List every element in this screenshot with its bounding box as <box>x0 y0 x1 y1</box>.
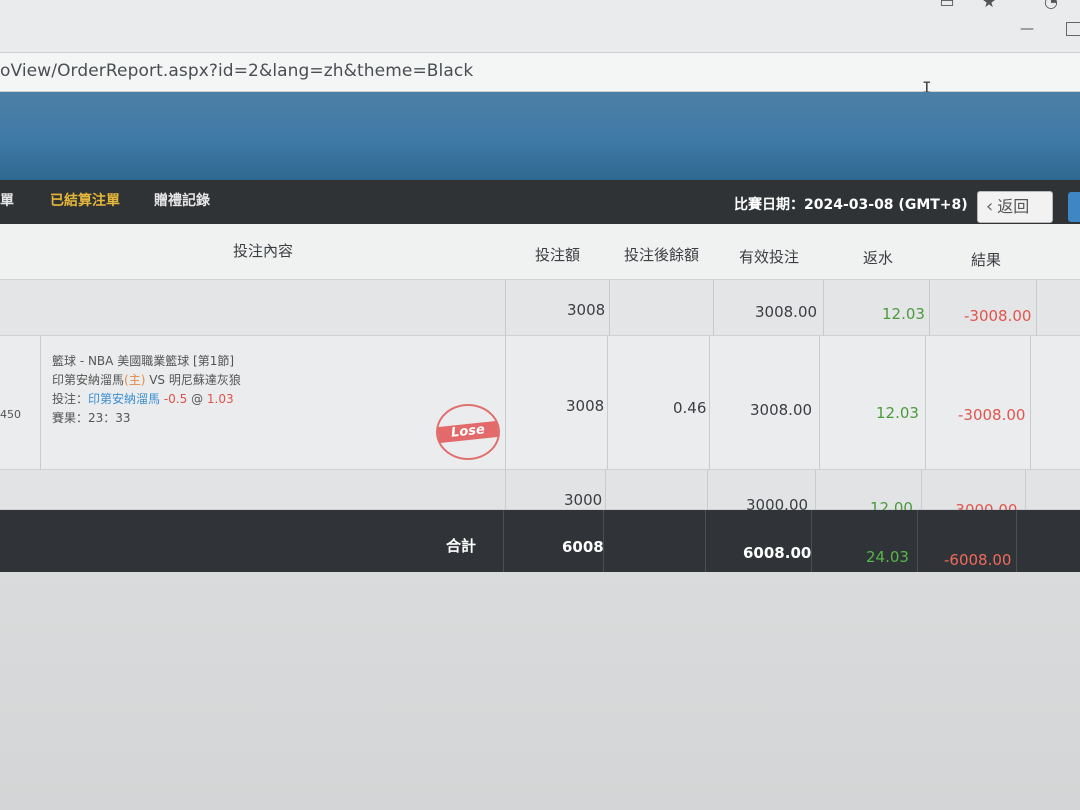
bet-selection: 投注：印第安納溜馬 -0.5 @ 1.03 <box>52 390 241 409</box>
column-divider <box>505 280 506 336</box>
chevron-left-icon: ‹ <box>986 196 994 217</box>
bet-score: 賽果：23：33 <box>52 411 131 425</box>
lose-stamp: Lose <box>436 404 500 460</box>
back-button-label: 返回 <box>997 197 1030 216</box>
subtotal-amount: 3000 <box>564 491 603 509</box>
bet-at: @ <box>187 392 207 406</box>
column-divider <box>1030 336 1031 470</box>
column-divider <box>1016 510 1017 572</box>
bet-rebate: 12.03 <box>876 404 919 422</box>
column-divider <box>925 336 926 470</box>
column-divider <box>605 470 606 510</box>
column-divider <box>609 280 610 336</box>
nav-item-gift-records[interactable]: 贈禮記錄 <box>154 190 210 210</box>
column-divider <box>709 336 710 470</box>
maximize-icon[interactable] <box>1066 22 1080 36</box>
column-divider <box>40 336 41 470</box>
home-tag: (主) <box>124 373 146 387</box>
bet-league: 籃球 - NBA 美國職業籃球 [第1節] <box>52 354 235 368</box>
top-navbar: 單 已結算注單 贈禮記錄 比賽日期：2024-03-08 (GMT+8) <box>0 180 1080 224</box>
minimize-icon[interactable]: — <box>1018 22 1036 36</box>
lose-stamp-text: Lose <box>437 420 499 444</box>
column-divider <box>921 470 922 510</box>
total-label: 合計 <box>446 537 477 555</box>
subtotal-result: -3008.00 <box>964 307 1032 325</box>
bet-team: 印第安納溜馬 <box>88 392 161 406</box>
column-divider <box>607 336 608 470</box>
total-valid-bet: 6008.00 <box>743 544 812 562</box>
subtotal-rebate: 12.03 <box>882 305 925 323</box>
bet-label: 投注： <box>52 392 89 406</box>
browser-title-bar: ▭ ★ ◔ — <box>0 0 1080 52</box>
table-row: 3000 3000.00 12.00 -3000.00 <box>0 470 1080 519</box>
total-rebate: 24.03 <box>866 548 909 566</box>
column-divider <box>705 510 706 572</box>
bet-valid: 3008.00 <box>750 401 813 419</box>
header-bet-content: 投注內容 <box>233 242 294 260</box>
back-button[interactable]: ‹ 返回 <box>977 191 1053 223</box>
share-icon[interactable]: ▭ <box>936 0 958 11</box>
url-text[interactable]: oView/OrderReport.aspx?id=2&lang=zh&them… <box>0 61 473 81</box>
total-amount: 6008 <box>562 538 604 556</box>
match-date: 比賽日期：2024-03-08 (GMT+8) <box>734 197 968 213</box>
column-divider <box>1036 280 1037 336</box>
order-id: 450 <box>0 408 21 421</box>
profile-icon[interactable]: ◔ <box>1040 0 1062 11</box>
empty-page-area <box>0 572 1080 810</box>
home-team: 印第安納溜馬 <box>52 373 125 387</box>
column-divider <box>1025 470 1026 510</box>
away-team: VS 明尼蘇達灰狼 <box>145 373 241 387</box>
total-row: 合計 6008 6008.00 24.03 -6008.00 <box>0 510 1080 572</box>
star-icon[interactable]: ★ <box>978 0 1000 11</box>
column-divider <box>505 336 506 470</box>
column-divider <box>505 470 506 510</box>
table-row: 3008 3008.00 12.03 -3008.00 <box>0 280 1080 336</box>
column-divider <box>713 280 714 336</box>
bet-odds: 1.03 <box>206 392 234 406</box>
total-result: -6008.00 <box>944 551 1012 569</box>
table-header: 投注內容 投注額 投注後餘額 有效投注 返水 結果 <box>0 224 1080 280</box>
header-balance-after: 投注後餘額 <box>624 246 700 264</box>
bet-result: -3008.00 <box>958 406 1026 424</box>
nav-item-settled-bets[interactable]: 已結算注單 <box>50 190 120 210</box>
bet-amount: 3008 <box>566 397 605 415</box>
nav-item-bets[interactable]: 單 <box>0 190 14 210</box>
header-bet-amount: 投注額 <box>535 246 581 264</box>
bet-handicap: -0.5 <box>160 392 188 406</box>
column-divider <box>707 470 708 510</box>
header-result: 結果 <box>971 251 1002 269</box>
site-banner <box>0 92 1080 180</box>
column-divider <box>503 510 504 572</box>
column-divider <box>917 510 918 572</box>
column-divider <box>823 280 824 336</box>
address-bar[interactable]: oView/OrderReport.aspx?id=2&lang=zh&them… <box>0 52 1080 92</box>
column-divider <box>819 336 820 470</box>
column-divider <box>811 510 812 572</box>
subtotal-valid-bet: 3008.00 <box>755 303 818 321</box>
column-divider <box>815 470 816 510</box>
header-rebate: 返水 <box>863 249 894 267</box>
subtotal-amount: 3008 <box>567 301 606 319</box>
bet-balance: 0.46 <box>673 399 707 417</box>
side-tab-button[interactable] <box>1068 192 1080 222</box>
bet-detail: 籃球 - NBA 美國職業籃球 [第1節] 印第安納溜馬(主) VS 明尼蘇達灰… <box>52 352 241 428</box>
header-valid-bet: 有效投注 <box>739 248 800 266</box>
column-divider <box>929 280 930 336</box>
bet-matchup: 印第安納溜馬(主) VS 明尼蘇達灰狼 <box>52 371 241 390</box>
